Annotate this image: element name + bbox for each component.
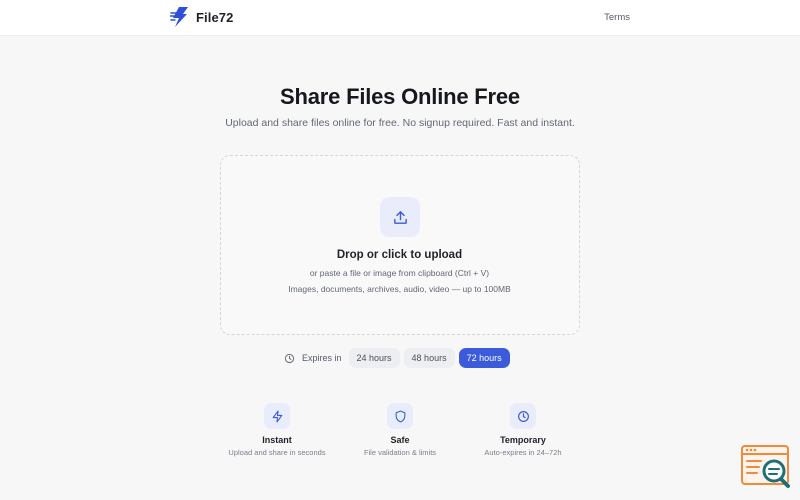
expiry-selector: Expires in 24 hours 48 hours 72 hours — [284, 348, 514, 368]
upload-icon — [393, 210, 407, 224]
feature-title: Temporary — [500, 435, 546, 445]
lightning-icon — [272, 410, 282, 422]
terms-link[interactable]: Terms — [604, 12, 630, 23]
expiry-option-24-hours[interactable]: 24 hours — [348, 348, 400, 368]
clock-icon — [517, 410, 529, 422]
expiry-option-48-hours[interactable]: 48 hours — [403, 348, 455, 368]
clock-icon — [284, 353, 295, 363]
feature-icon-container — [264, 403, 290, 429]
upload-dropzone[interactable]: Drop or click to upload or paste a file … — [220, 155, 580, 335]
top-bar: File72 Terms — [0, 0, 800, 36]
support-widget-icon[interactable] — [741, 445, 791, 489]
feature-temporary: Temporary Auto-expires in 24–72h — [453, 403, 593, 457]
brand-logo-link[interactable]: File72 — [170, 6, 233, 28]
expiry-label: Expires in — [302, 353, 342, 363]
feature-safe: Safe File validation & limits — [330, 403, 470, 457]
feature-icon-container — [510, 403, 536, 429]
feature-title: Safe — [390, 435, 410, 445]
page-title: Share Files Online Free — [280, 84, 520, 109]
dropzone-title: Drop or click to upload — [336, 249, 463, 261]
dropzone-accepted-types: Images, documents, archives, audio, vide… — [288, 284, 511, 294]
feature-title: Instant — [262, 435, 292, 445]
feature-description: Auto-expires in 24–72h — [484, 448, 562, 457]
feature-description: File validation & limits — [363, 448, 437, 457]
brand-name: File72 — [196, 9, 234, 25]
feature-icon-container — [387, 403, 413, 429]
shield-icon — [395, 410, 405, 422]
expiry-option-72-hours[interactable]: 72 hours — [458, 348, 510, 368]
lightning-bolt-icon — [170, 7, 188, 27]
feature-description: Upload and share in seconds — [228, 448, 326, 457]
page-subtitle: Upload and share files online for free. … — [225, 117, 575, 129]
upload-icon-container — [380, 197, 420, 237]
feature-instant: Instant Upload and share in seconds — [207, 403, 347, 457]
dropzone-paste-hint: or paste a file or image from clipboard … — [309, 268, 490, 278]
